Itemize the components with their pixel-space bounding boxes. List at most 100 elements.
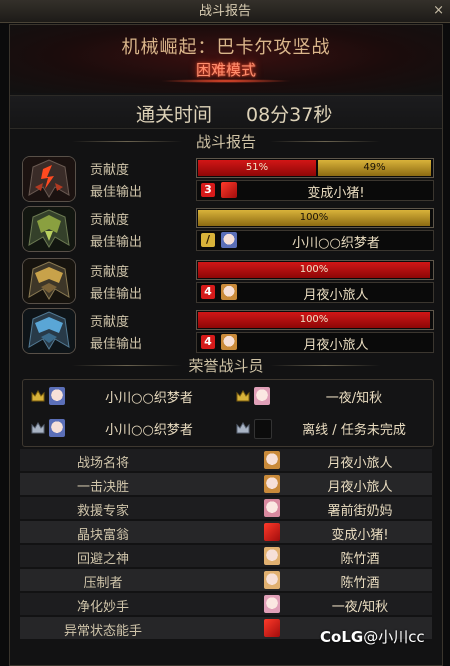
award-title: 晶块富翁 xyxy=(76,528,129,543)
best-output-name: 月夜小旅人 xyxy=(303,288,369,303)
watermark: CoLG@小川cc xyxy=(320,626,425,647)
contribution-segment: 49% xyxy=(318,160,431,176)
contribution-segment: 100% xyxy=(198,312,430,328)
section-honor-title: 荣誉战斗员 xyxy=(188,357,264,375)
helmet-blue-icon xyxy=(22,308,76,354)
award-player: 陈竹酒 xyxy=(340,552,380,567)
contribution-label: 贡献度 xyxy=(90,265,130,280)
award-row: 回避之神 陈竹酒 xyxy=(20,545,432,568)
watermark-user: @小川cc xyxy=(363,628,425,646)
contribution-bar: 100% xyxy=(196,208,434,228)
honor-entry: 一夜/知秋 xyxy=(228,382,433,412)
award-row: 净化妙手 一夜/知秋 xyxy=(20,593,432,616)
award-title: 一击决胜 xyxy=(76,480,129,495)
honor-player-name: 小川○○织梦者 xyxy=(105,391,193,406)
player-portrait-icon xyxy=(264,475,280,493)
award-player: 月夜小旅人 xyxy=(327,456,393,471)
best-output-label: 最佳输出 xyxy=(90,185,143,200)
pig-icon xyxy=(221,182,237,198)
job-rank-icon: / xyxy=(201,233,215,247)
pig-icon xyxy=(264,619,280,637)
crown-gold-icon xyxy=(236,390,250,402)
player-row: 贡献度 最佳输出 100% 4 月夜小旅人 xyxy=(20,257,434,304)
mode-glow xyxy=(160,79,292,83)
player-portrait-icon xyxy=(221,334,237,350)
dungeon-header: 机械崛起：巴卡尔攻坚战 困难模式 xyxy=(10,25,442,93)
player-row: 贡献度 最佳输出 100% 4 月夜小旅人 xyxy=(20,307,434,354)
player-portrait-icon xyxy=(264,595,280,613)
contribution-label: 贡献度 xyxy=(90,315,130,330)
award-row: 压制者 陈竹酒 xyxy=(20,569,432,592)
award-title: 战场名将 xyxy=(76,456,129,471)
contribution-segment: 100% xyxy=(198,210,430,226)
crown-silver-icon xyxy=(31,422,45,434)
section-honor: 荣誉战斗员 xyxy=(10,355,442,375)
contribution-bar: 51% 49% xyxy=(196,158,434,178)
contribution-label: 贡献度 xyxy=(90,163,130,178)
honor-box: 小川○○织梦者 一夜/知秋 小川○○织梦者 离线 / 任务未完成 xyxy=(22,379,434,447)
award-row: 一击决胜 月夜小旅人 xyxy=(20,473,432,496)
section-report-title: 战斗报告 xyxy=(195,133,256,151)
award-title: 救援专家 xyxy=(76,504,129,519)
job-rank-icon: 4 xyxy=(201,335,215,349)
best-output-box: 4 月夜小旅人 xyxy=(196,332,434,353)
contribution-label: 贡献度 xyxy=(90,213,130,228)
section-report: 战斗报告 xyxy=(10,131,442,151)
honor-entry: 小川○○织梦者 xyxy=(23,414,228,444)
best-output-name: 月夜小旅人 xyxy=(303,338,369,353)
honor-entry: 小川○○织梦者 xyxy=(23,382,228,412)
best-output-label: 最佳输出 xyxy=(90,287,143,302)
player-portrait-icon xyxy=(49,387,65,405)
award-row: 晶块富翁 变成小猪! xyxy=(20,521,432,544)
honor-player-name: 小川○○织梦者 xyxy=(105,423,193,438)
player-portrait-icon xyxy=(254,387,270,405)
battle-report-panel: 机械崛起：巴卡尔攻坚战 困难模式 通关时间 08分37秒 战斗报告 贡献度 最佳… xyxy=(9,24,443,666)
award-title: 回避之神 xyxy=(76,552,129,567)
contribution-segment: 100% xyxy=(198,262,430,278)
award-player: 署前街奶妈 xyxy=(327,504,393,519)
player-portrait-icon xyxy=(264,547,280,565)
player-portrait-icon xyxy=(264,499,280,517)
award-player: 一夜/知秋 xyxy=(331,600,389,615)
helmet-gold-icon xyxy=(22,258,76,304)
best-output-name: 变成小猪! xyxy=(307,186,365,201)
clear-time-label: 通关时间 xyxy=(136,104,213,126)
player-portrait-icon xyxy=(221,232,237,248)
job-rank-icon: 4 xyxy=(201,285,215,299)
player-row: 贡献度 最佳输出 100% / 小川○○织梦者 xyxy=(20,205,434,252)
award-row: 救援专家 署前街奶妈 xyxy=(20,497,432,520)
watermark-brand: CoLG xyxy=(320,628,364,646)
clear-time-bar: 通关时间 08分37秒 xyxy=(10,95,442,129)
crown-silver-icon xyxy=(236,422,250,434)
helmet-red-icon xyxy=(22,156,76,202)
job-rank-icon: 3 xyxy=(201,183,215,197)
honor-player-name: 一夜/知秋 xyxy=(325,391,383,406)
contribution-segment: 51% xyxy=(198,160,316,176)
crown-gold-icon xyxy=(31,390,45,402)
award-player: 月夜小旅人 xyxy=(327,480,393,495)
close-icon[interactable]: × xyxy=(433,0,444,22)
best-output-label: 最佳输出 xyxy=(90,337,143,352)
best-output-name: 小川○○织梦者 xyxy=(292,236,380,251)
best-output-box: 3 变成小猪! xyxy=(196,180,434,201)
award-title: 压制者 xyxy=(83,576,123,591)
dungeon-name: 机械崛起：巴卡尔攻坚战 xyxy=(121,37,331,58)
honor-player-name: 离线 / 任务未完成 xyxy=(302,423,406,438)
award-title: 净化妙手 xyxy=(76,600,129,615)
empty-portrait-icon xyxy=(254,419,272,439)
award-row: 战场名将 月夜小旅人 xyxy=(20,449,432,472)
best-output-label: 最佳输出 xyxy=(90,235,143,250)
clear-time-value: 08分37秒 xyxy=(246,104,333,126)
award-title: 异常状态能手 xyxy=(63,624,142,639)
best-output-box: / 小川○○织梦者 xyxy=(196,230,434,251)
pig-icon xyxy=(264,523,280,541)
helmet-green-icon xyxy=(22,206,76,252)
honor-entry: 离线 / 任务未完成 xyxy=(228,414,433,444)
best-output-box: 4 月夜小旅人 xyxy=(196,282,434,303)
player-portrait-icon xyxy=(49,419,65,437)
contribution-bar: 100% xyxy=(196,310,434,330)
window-title: 战斗报告 xyxy=(198,4,251,19)
player-portrait-icon xyxy=(264,571,280,589)
difficulty-mode: 困难模式 xyxy=(195,61,256,79)
player-portrait-icon xyxy=(264,451,280,469)
